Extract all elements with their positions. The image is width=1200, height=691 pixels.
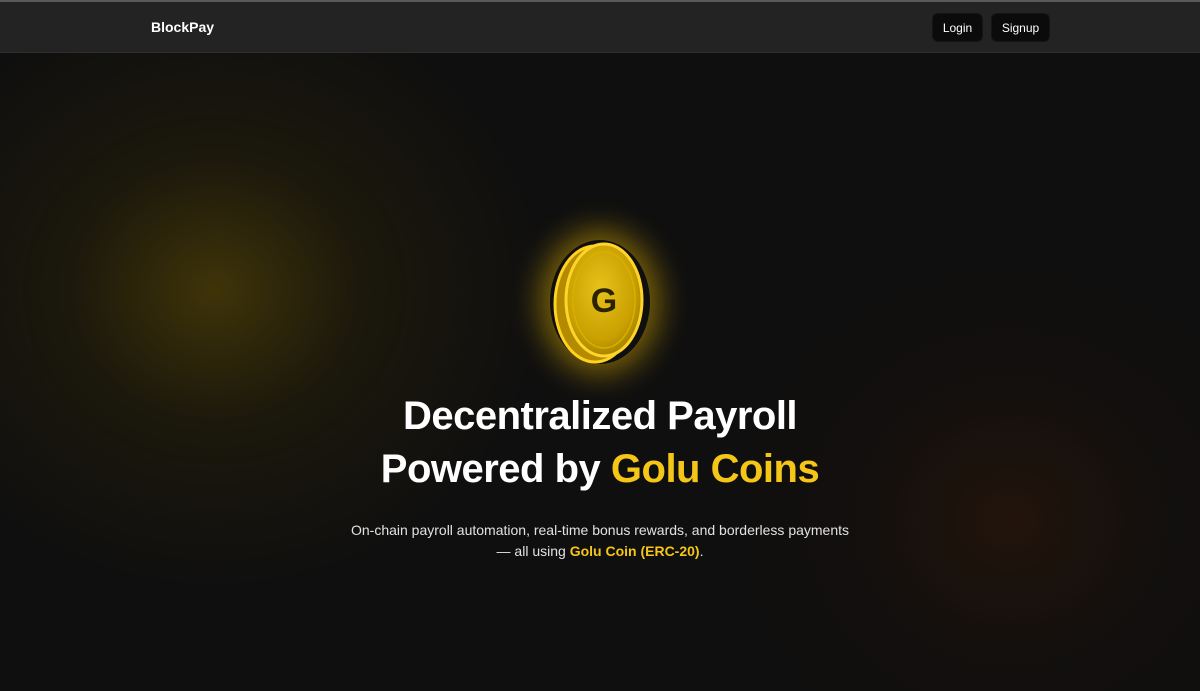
hero-title-prefix: Powered by bbox=[380, 447, 611, 491]
signup-button[interactable]: Signup bbox=[991, 13, 1050, 42]
landing-page: BlockPay Login Signup G Decentralized Pa… bbox=[0, 0, 1200, 691]
golu-coin-icon: G bbox=[540, 232, 660, 372]
hero-title-accent: Golu Coins bbox=[610, 447, 820, 491]
hero-title-line-2: Powered by Golu Coins bbox=[0, 443, 1200, 496]
hero-subtitle: On-chain payroll automation, real-time b… bbox=[0, 520, 1200, 562]
coin-letter: G bbox=[591, 282, 617, 320]
hero-subtitle-accent: Golu Coin (ERC-20) bbox=[569, 543, 700, 559]
hero-title-line-1: Decentralized Payroll bbox=[402, 394, 798, 438]
hero-subtitle-suffix: . bbox=[699, 543, 704, 559]
hero-section: Decentralized Payroll Powered by Golu Co… bbox=[0, 390, 1200, 562]
navbar: BlockPay Login Signup bbox=[0, 2, 1200, 53]
login-button[interactable]: Login bbox=[932, 13, 983, 42]
hero-subtitle-line-1: On-chain payroll automation, real-time b… bbox=[350, 522, 850, 538]
coin-graphic: G bbox=[553, 242, 644, 364]
brand-logo[interactable]: BlockPay bbox=[151, 19, 214, 35]
hero-subtitle-line-2: — all using Golu Coin (ERC-20). bbox=[0, 541, 1200, 562]
hero-subtitle-prefix: — all using bbox=[496, 543, 570, 559]
